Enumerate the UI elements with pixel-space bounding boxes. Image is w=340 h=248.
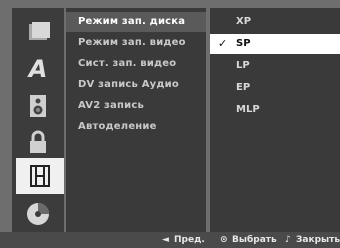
menu-item-dv-audio-rec[interactable]: DV запись Аудио bbox=[66, 75, 206, 95]
select-hint-label: Выбрать bbox=[232, 235, 277, 245]
svg-text:A: A bbox=[27, 55, 48, 81]
lock-icon[interactable] bbox=[12, 124, 64, 160]
dvd-disc-icon[interactable] bbox=[12, 196, 64, 232]
prev-hint-label: Пред. bbox=[174, 235, 205, 245]
menu-item-av2-rec[interactable]: AV2 запись bbox=[66, 96, 206, 116]
option-list: XP ✓ SP LP EP MLP bbox=[210, 8, 340, 232]
return-button-icon: ♪ bbox=[285, 235, 291, 245]
check-icon: ✓ bbox=[218, 37, 228, 50]
option-item-mlp[interactable]: MLP bbox=[210, 100, 340, 120]
language-a-icon[interactable]: A bbox=[12, 50, 64, 86]
select-button-icon: ⊙ bbox=[220, 235, 228, 245]
menu-item-auto-chapter[interactable]: Автоделение bbox=[66, 117, 206, 137]
option-item-label: SP bbox=[236, 38, 251, 49]
close-hint-label: Закрыть bbox=[296, 235, 340, 245]
menu-item-video-rec-system[interactable]: Сист. зап. видео bbox=[66, 54, 206, 74]
prev-arrow-icon: ◄ bbox=[162, 235, 169, 245]
option-item-xp[interactable]: XP bbox=[210, 12, 340, 32]
menu-list: Режим зап. диска Режим зап. видео Сист. … bbox=[66, 8, 206, 232]
menu-item-disc-rec-mode[interactable]: Режим зап. диска bbox=[66, 12, 206, 32]
footer-hint-bar: ◄ Пред. ⊙ Выбрать ♪ Закрыть bbox=[0, 232, 340, 248]
option-item-ep[interactable]: EP bbox=[210, 78, 340, 98]
speaker-icon[interactable] bbox=[12, 88, 64, 124]
disc-box-icon[interactable] bbox=[12, 14, 64, 50]
film-frame-icon[interactable] bbox=[16, 158, 64, 194]
category-icon-column: A bbox=[12, 8, 64, 232]
option-item-sp[interactable]: ✓ SP bbox=[210, 34, 340, 54]
setup-menu-screen: A Режим зап. диска Режим зап. видео Сист… bbox=[0, 0, 340, 248]
option-item-lp[interactable]: LP bbox=[210, 56, 340, 76]
menu-item-video-rec-mode[interactable]: Режим зап. видео bbox=[66, 33, 206, 53]
